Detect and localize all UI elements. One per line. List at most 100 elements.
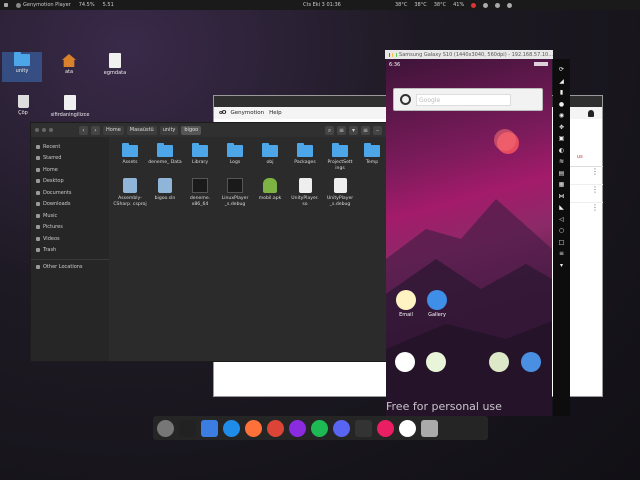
obs-icon[interactable] [289, 419, 306, 437]
recent-apps-icon[interactable]: □ [558, 239, 565, 246]
record-icon[interactable] [471, 2, 477, 8]
home-icon[interactable]: ○ [558, 227, 565, 234]
sidebar-item-other-locations[interactable]: Other Locations [31, 259, 109, 271]
minimize-icon[interactable] [42, 128, 46, 132]
android-app-icon[interactable] [489, 352, 509, 372]
battery-indicator[interactable]: 74.5% [79, 2, 95, 8]
sidebar-item-home[interactable]: Home [31, 164, 109, 176]
memory-indicator[interactable]: 5.51 [103, 2, 114, 8]
menu-icon[interactable]: ≡ [558, 250, 565, 257]
file-item[interactable]: Logs [218, 143, 252, 166]
disk-io-icon[interactable]: ◐ [558, 147, 565, 154]
sidebar-item-recent[interactable]: Recent [31, 141, 109, 153]
launcher-icon[interactable] [157, 419, 174, 437]
rotate-icon[interactable]: ⟳ [558, 66, 565, 73]
sms-icon[interactable]: ▤ [558, 170, 565, 177]
menu-genymotion[interactable]: Genymotion [230, 110, 264, 116]
file-item[interactable]: mobil.apk [253, 178, 287, 202]
menu-button[interactable]: ≡ [361, 125, 370, 135]
phone-app-icon[interactable] [395, 352, 415, 372]
messages-app-icon[interactable] [426, 352, 446, 372]
tray-temp-2[interactable]: 38°C [414, 2, 426, 8]
file-item[interactable]: Packages [288, 143, 322, 166]
genymotion-icon[interactable] [377, 419, 394, 437]
bell-icon[interactable] [588, 110, 594, 117]
window-minimize-button[interactable]: – [373, 125, 382, 135]
app-email[interactable]: Email [395, 290, 417, 318]
sidebar-item-pictures[interactable]: Pictures [31, 222, 109, 234]
file-item[interactable]: LinuxPlayer _s.debug [218, 178, 252, 208]
rss-icon[interactable]: ≋ [558, 158, 565, 165]
app-store-icon[interactable] [223, 419, 240, 437]
volume-down-icon[interactable]: ◣ [558, 204, 565, 211]
file-item[interactable]: deneme_ Data [148, 143, 182, 166]
device-window-title[interactable]: Samsung Galaxy S10 (1440x3040, 560dpi) -… [385, 50, 553, 59]
share-icon[interactable]: ⋈ [558, 193, 565, 200]
sidebar-item-desktop[interactable]: Desktop [31, 176, 109, 188]
discord-icon[interactable] [333, 419, 350, 437]
network-icon[interactable] [483, 2, 489, 8]
gps-icon[interactable]: ● [558, 101, 565, 108]
app-gallery[interactable]: Gallery [426, 290, 448, 318]
file-item[interactable]: UnityPlayer. so [288, 178, 322, 208]
close-icon[interactable] [35, 128, 39, 132]
breadcrumb-bigoo[interactable]: bigoo [181, 125, 202, 135]
breadcrumb-masaustu[interactable]: Masaüstü [126, 125, 157, 135]
tray-temp-1[interactable]: 38°C [395, 2, 407, 8]
forward-button[interactable]: › [91, 125, 100, 135]
file-item[interactable]: Assembly- CSharp. csproj [113, 178, 147, 208]
unity-icon[interactable] [355, 419, 372, 437]
sidebar-item-documents[interactable]: Documents [31, 187, 109, 199]
google-search-bar[interactable]: Google [393, 88, 543, 111]
volume-up-icon[interactable]: ◢ [558, 78, 565, 85]
view-list-button[interactable]: ≡ [337, 125, 346, 135]
file-item[interactable]: Temp [358, 143, 386, 166]
app-menu[interactable]: Genymotion Player [16, 2, 71, 8]
desktop-icon-sifirdaningilizce[interactable]: sifirdaningilizce [48, 95, 92, 118]
file-item[interactable]: Assets [113, 143, 147, 166]
file-item[interactable]: obj [253, 143, 287, 166]
camera-app-icon[interactable] [521, 352, 541, 372]
finder-icon[interactable] [201, 419, 218, 437]
firefox-icon[interactable] [245, 419, 262, 437]
sidebar-item-starred[interactable]: Starred [31, 153, 109, 165]
file-item[interactable]: Library [183, 143, 217, 166]
sidebar-item-trash[interactable]: Trash [31, 245, 109, 257]
desktop-icon-home[interactable]: ata [49, 54, 89, 75]
desktop-icon-unity[interactable]: unity [2, 52, 42, 82]
genymotion-player-icon[interactable] [399, 419, 416, 437]
desktop-icon-egmdata[interactable]: egmdata [95, 53, 135, 76]
tray-load[interactable]: 41% [453, 2, 464, 8]
breadcrumb-home[interactable]: Home [103, 125, 124, 135]
desktop-icon-trash[interactable]: Çöp [3, 95, 43, 116]
spotify-icon[interactable] [311, 419, 328, 437]
activities[interactable] [4, 3, 8, 7]
webcam-icon[interactable]: ◉ [558, 112, 565, 119]
power-icon[interactable] [507, 2, 513, 8]
trash-icon[interactable] [421, 419, 438, 437]
android-screen[interactable]: 6:36 Google Email Gallery Free for perso… [386, 59, 552, 416]
scroll-down-icon[interactable]: ▾ [558, 262, 565, 269]
battery-icon[interactable]: ▮ [558, 89, 565, 96]
id-icon[interactable]: ▣ [558, 135, 565, 142]
breadcrumb-unity[interactable]: unity [159, 125, 179, 135]
file-item[interactable]: bigoo.sln [148, 178, 182, 202]
gapps-icon[interactable]: ▦ [558, 181, 565, 188]
tray-temp-3[interactable]: 38°C [434, 2, 446, 8]
menu-help[interactable]: Help [269, 110, 282, 116]
file-item[interactable]: UnityPlayer _s.debug [323, 178, 357, 208]
search-button[interactable]: ⌕ [325, 125, 334, 135]
maximize-icon[interactable] [49, 128, 53, 132]
move-icon[interactable]: ✥ [558, 124, 565, 131]
search-input[interactable]: Google [416, 93, 511, 106]
sidebar-item-music[interactable]: Music [31, 210, 109, 222]
clock[interactable]: Cts Eki 3 01:36 [303, 2, 341, 8]
back-button[interactable]: ‹ [79, 125, 88, 135]
back-icon[interactable]: ◁ [558, 216, 565, 223]
terminal-icon[interactable] [179, 419, 196, 437]
volume-icon[interactable] [495, 2, 501, 8]
chrome-icon[interactable] [267, 419, 284, 437]
file-item[interactable]: ProjectSett ings [323, 143, 357, 172]
file-item[interactable]: deneme. x86_64 [183, 178, 217, 208]
sidebar-item-videos[interactable]: Videos [31, 233, 109, 245]
